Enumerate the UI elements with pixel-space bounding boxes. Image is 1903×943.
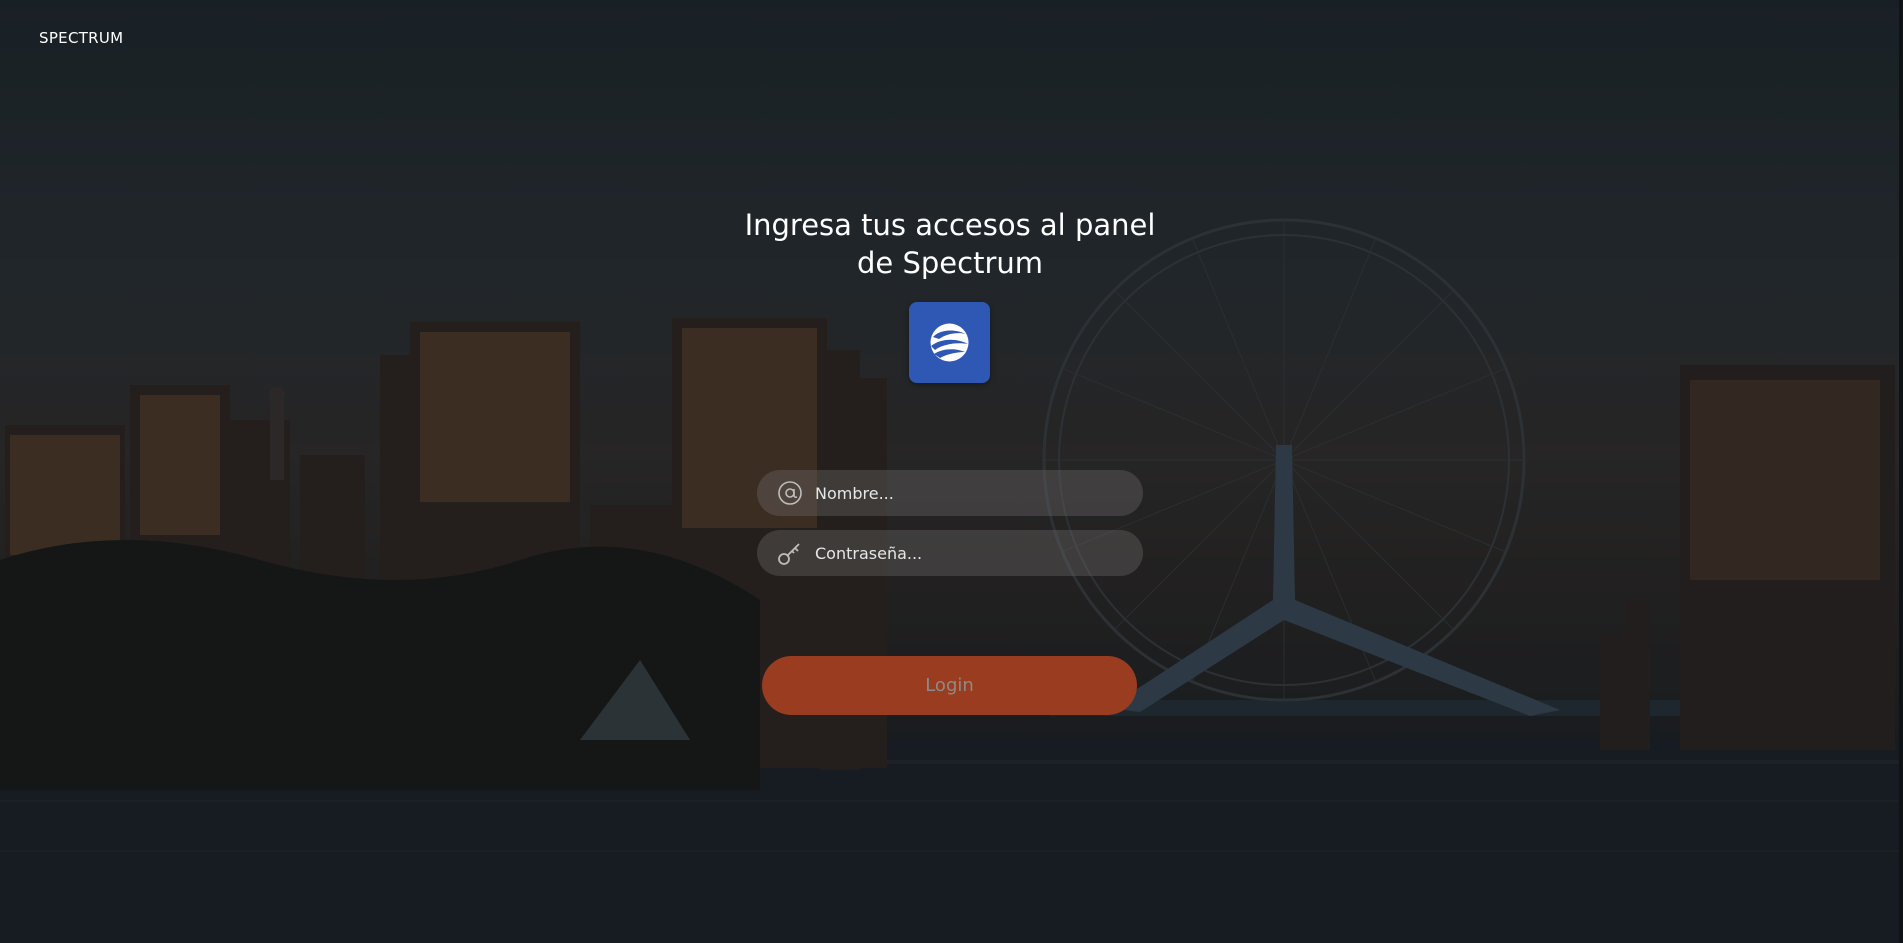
spectrum-logo-icon <box>930 323 969 362</box>
spectrum-logo <box>909 302 990 383</box>
username-input[interactable] <box>815 473 1115 513</box>
page-title-line-2: de Spectrum <box>857 246 1043 280</box>
key-icon <box>778 543 800 565</box>
brand-name: SPECTRUM <box>39 29 124 47</box>
page-title-line-1: Ingresa tus accesos al panel <box>744 208 1156 242</box>
at-sign-icon <box>778 481 802 505</box>
scrollbar-edge <box>1899 0 1903 943</box>
password-input[interactable] <box>815 533 1115 573</box>
username-field <box>757 470 1143 516</box>
login-page: SPECTRUM Ingresa tus accesos al panel de… <box>0 0 1903 943</box>
login-button[interactable]: Login <box>762 656 1137 715</box>
password-field <box>757 530 1143 576</box>
page-title: Ingresa tus accesos al panel de Spectrum <box>700 206 1200 282</box>
